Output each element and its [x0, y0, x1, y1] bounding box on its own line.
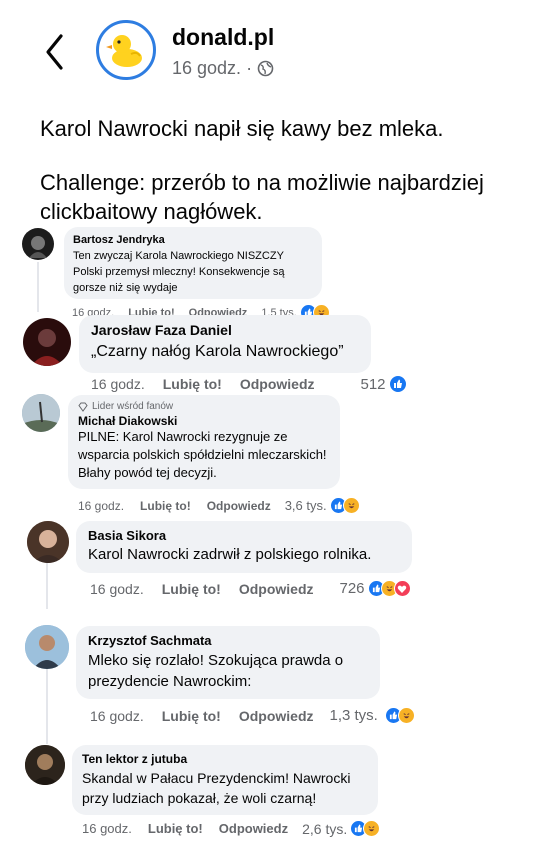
page-name[interactable]: donald.pl: [172, 24, 274, 51]
comment-actions: 16 godz. Lubię to! Odpowiedz 2,6 tys.: [82, 820, 381, 837]
haha-reaction-icon: [397, 707, 415, 724]
avatar-image: [29, 236, 47, 258]
reaction-count: 726: [339, 580, 365, 597]
avatar[interactable]: [27, 521, 69, 563]
avatar[interactable]: [23, 318, 71, 366]
comment-time[interactable]: 16 godz.: [82, 821, 132, 836]
love-reaction-icon: [393, 580, 411, 597]
like-button[interactable]: Lubię to!: [162, 708, 221, 724]
reaction-icons: [384, 707, 415, 724]
reply-button[interactable]: Odpowiedz: [239, 581, 314, 597]
comment-author[interactable]: Jarosław Faza Daniel: [91, 322, 359, 338]
comment-actions: 16 godz. Lubię to! Odpowiedz 3,6 tys.: [78, 497, 360, 514]
reaction-count: 3,6 tys.: [284, 498, 327, 513]
post-text-line2: Challenge: przerób to na możliwie najbar…: [40, 170, 484, 224]
back-chevron-icon[interactable]: [42, 30, 68, 74]
reaction-summary[interactable]: 1,3 tys.: [330, 707, 415, 724]
comment-author[interactable]: Basia Sikora: [88, 528, 400, 543]
thread-line: [46, 664, 48, 744]
comment-author[interactable]: Bartosz Jendryka: [73, 234, 313, 246]
avatar[interactable]: [25, 625, 69, 669]
thread-line: [37, 262, 39, 312]
reaction-count: 2,6 tys.: [302, 820, 348, 837]
meta-separator: ·: [246, 58, 253, 78]
reaction-icons: [367, 580, 411, 597]
fan-badge-label: Lider wśród fanów: [92, 401, 174, 412]
avatar-image: [31, 329, 63, 366]
comment-text: Skandal w Pałacu Prezydenckim! Nawrocki …: [82, 770, 351, 806]
comment-text: Ten zwyczaj Karola Nawrockiego NISZCZY P…: [73, 250, 285, 294]
page-avatar[interactable]: [96, 20, 156, 80]
comment-text: „Czarny nałóg Karola Nawrockiego”: [91, 343, 344, 360]
reaction-summary[interactable]: 2,6 tys.: [302, 820, 381, 837]
comment-actions: 16 godz. Lubię to! Odpowiedz 726: [90, 580, 411, 597]
comment-actions: 16 godz. Lubię to! Odpowiedz 512: [91, 375, 407, 393]
comment-author[interactable]: Ten lektor z jutuba: [82, 752, 368, 766]
reaction-count: 1,3 tys.: [329, 707, 378, 724]
reaction-icons: [388, 375, 407, 393]
comment-time[interactable]: 16 godz.: [90, 581, 144, 597]
like-button[interactable]: Lubię to!: [163, 376, 222, 392]
reaction-summary[interactable]: 512: [361, 375, 407, 393]
post-text-line1: Karol Nawrocki napił się kawy bez mleka.: [40, 116, 444, 141]
diamond-icon: [78, 402, 88, 412]
comment-text: Karol Nawrocki zadrwił z polskiego rolni…: [88, 546, 372, 563]
duck-logo-icon: [106, 35, 142, 67]
avatar-image: [25, 745, 65, 785]
comment-bubble: Basia Sikora Karol Nawrocki zadrwił z po…: [76, 521, 412, 573]
like-button[interactable]: Lubię to!: [148, 821, 203, 836]
reply-button[interactable]: Odpowiedz: [207, 499, 271, 513]
avatar[interactable]: [22, 394, 60, 432]
fan-badge: Lider wśród fanów: [78, 401, 330, 412]
comment-text: Mleko się rozlało! Szokująca prawda o pr…: [88, 652, 344, 690]
comment-time[interactable]: 16 godz.: [78, 499, 124, 513]
reaction-summary[interactable]: 3,6 tys.: [285, 497, 360, 514]
reply-button[interactable]: Odpowiedz: [239, 708, 314, 724]
reply-button[interactable]: Odpowiedz: [240, 376, 315, 392]
post-meta: 16 godz. ·: [172, 58, 274, 79]
reaction-count: 512: [360, 375, 386, 393]
like-button[interactable]: Lubię to!: [162, 581, 221, 597]
comment-bubble: Ten lektor z jutuba Skandal w Pałacu Pre…: [72, 745, 378, 815]
avatar[interactable]: [22, 228, 54, 260]
comment-bubble: Lider wśród fanów Michał Diakowski PILNE…: [68, 395, 340, 489]
comment-time[interactable]: 16 godz.: [91, 376, 145, 392]
comment-time[interactable]: 16 godz.: [90, 708, 144, 724]
comment-bubble: Krzysztof Sachmata Mleko się rozlało! Sz…: [76, 626, 380, 699]
reaction-icons: [350, 820, 381, 837]
comment-text: PILNE: Karol Nawrocki rezygnuje ze wspar…: [78, 429, 327, 480]
avatar[interactable]: [25, 745, 65, 785]
reaction-summary[interactable]: 726: [340, 580, 411, 597]
comment-actions: 16 godz. Lubię to! Odpowiedz 1,3 tys.: [90, 707, 415, 724]
comment-bubble: Jarosław Faza Daniel „Czarny nałóg Karol…: [79, 315, 371, 373]
haha-reaction-icon: [342, 497, 360, 514]
globe-icon: [257, 60, 274, 77]
reaction-icons: [329, 497, 360, 514]
like-button[interactable]: Lubię to!: [140, 499, 191, 513]
reply-button[interactable]: Odpowiedz: [219, 821, 288, 836]
avatar-image: [27, 521, 69, 563]
comment-bubble: Bartosz Jendryka Ten zwyczaj Karola Nawr…: [64, 227, 322, 299]
avatar-image: [25, 625, 69, 669]
comment-author[interactable]: Krzysztof Sachmata: [88, 633, 368, 648]
post-time[interactable]: 16 godz.: [172, 58, 241, 79]
haha-reaction-icon: [363, 820, 381, 837]
comment-author[interactable]: Michał Diakowski: [78, 414, 330, 428]
like-reaction-icon: [388, 375, 407, 393]
avatar-image: [22, 394, 60, 432]
